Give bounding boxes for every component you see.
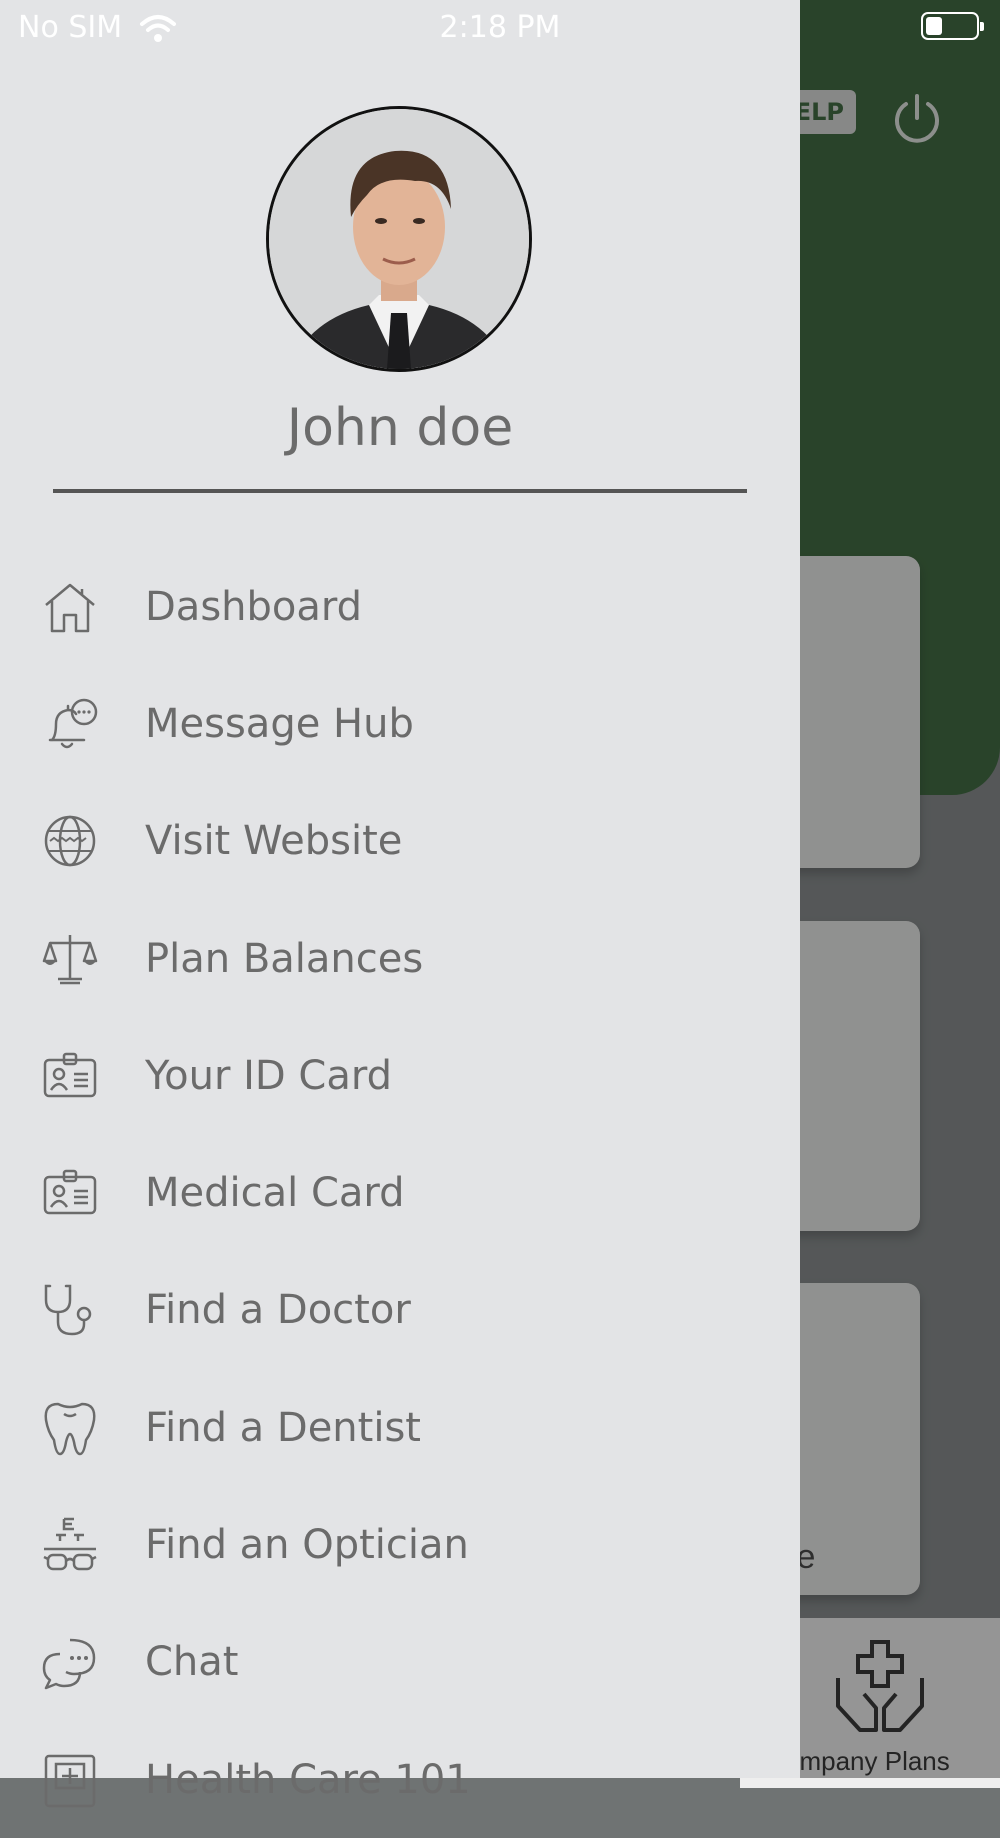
menu-item-medical-card[interactable]: Medical Card bbox=[0, 1134, 800, 1251]
bell-chat-icon bbox=[40, 694, 100, 754]
menu-item-plan-balances[interactable]: Plan Balances bbox=[0, 900, 800, 1017]
medical-card-icon bbox=[40, 1163, 100, 1223]
drawer-menu: Dashboard Message Hub Visit Website Plan… bbox=[0, 548, 800, 1838]
id-card-icon bbox=[40, 1046, 100, 1106]
menu-item-find-a-dentist[interactable]: Find a Dentist bbox=[0, 1369, 800, 1486]
menu-item-find-a-doctor[interactable]: Find a Doctor bbox=[0, 1252, 800, 1369]
menu-item-health-care-101[interactable]: Health Care 101 bbox=[0, 1721, 800, 1838]
divider bbox=[53, 489, 747, 493]
eye-chart-icon bbox=[40, 1515, 100, 1575]
menu-item-dashboard[interactable]: Dashboard bbox=[0, 548, 800, 665]
clock: 2:18 PM bbox=[439, 10, 561, 45]
profile-photo bbox=[269, 109, 529, 369]
medical-book-icon bbox=[40, 1750, 100, 1810]
menu-item-your-id-card[interactable]: Your ID Card bbox=[0, 1017, 800, 1134]
avatar[interactable] bbox=[266, 106, 532, 372]
menu-item-message-hub[interactable]: Message Hub bbox=[0, 665, 800, 782]
navigation-drawer: John doe Dashboard Message Hub Visit Web… bbox=[0, 0, 800, 1807]
menu-item-visit-website[interactable]: Visit Website bbox=[0, 783, 800, 900]
user-name: John doe bbox=[286, 398, 514, 458]
menu-item-chat[interactable]: Chat bbox=[0, 1604, 800, 1721]
tooth-icon bbox=[40, 1398, 100, 1458]
status-bar: No SIM 2:18 PM bbox=[0, 0, 1000, 56]
menu-item-find-an-optician[interactable]: Find an Optician bbox=[0, 1486, 800, 1603]
battery-icon bbox=[921, 12, 984, 40]
chat-bubbles-icon bbox=[40, 1632, 100, 1692]
globe-icon bbox=[40, 811, 100, 871]
stethoscope-icon bbox=[40, 1280, 100, 1340]
home-icon bbox=[40, 577, 100, 637]
scale-icon bbox=[40, 929, 100, 989]
